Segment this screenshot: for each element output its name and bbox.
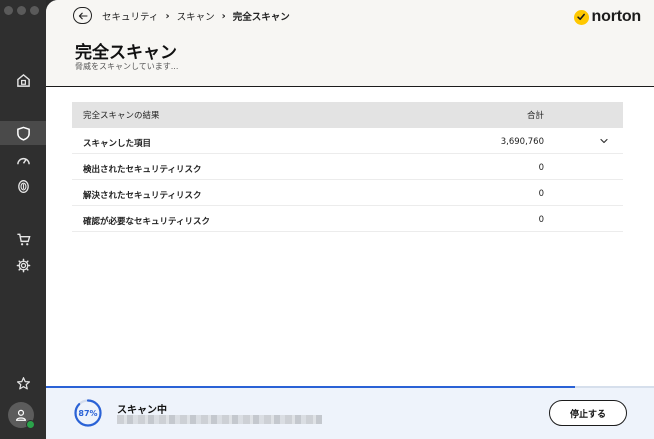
window-controls — [4, 6, 39, 15]
table-row[interactable]: スキャンした項目 3,690,760 — [72, 128, 623, 154]
row-label: 検出されたセキュリティリスク — [83, 165, 202, 175]
back-button[interactable] — [73, 7, 92, 24]
arrow-left-icon — [78, 12, 88, 19]
sidebar-item-device-security[interactable] — [0, 68, 46, 92]
scan-results-table: 完全スキャンの結果 合計 スキャンした項目 3,690,760 検出されたセキュ… — [72, 102, 623, 232]
home-security-icon — [16, 73, 30, 87]
progress-percent: 87% — [78, 408, 98, 418]
table-header: 完全スキャンの結果 合計 — [72, 102, 623, 128]
page-subtitle: 脅威をスキャンしています... — [75, 62, 179, 71]
sidebar-item-performance[interactable] — [0, 148, 46, 172]
speedometer-icon — [16, 157, 30, 164]
column-header-total: 合計 — [527, 111, 545, 121]
scan-status-bar: 87% スキャン中 停止する — [46, 386, 654, 439]
table-row: 解決されたセキュリティリスク 0 — [72, 180, 623, 206]
gear-icon — [16, 258, 30, 272]
row-value: 0 — [538, 215, 544, 225]
chevron-down-icon[interactable] — [599, 136, 609, 146]
breadcrumb-security[interactable]: セキュリティ — [102, 9, 158, 23]
shield-icon — [16, 126, 30, 141]
norton-logo: norton — [573, 8, 642, 26]
progress-track — [46, 386, 654, 388]
chevron-right-icon: › — [221, 10, 226, 22]
checkmark-logo-icon — [573, 9, 589, 25]
online-status-dot — [26, 420, 35, 429]
fingerprint-icon — [17, 179, 29, 193]
table-row: 検出されたセキュリティリスク 0 — [72, 154, 623, 180]
sidebar-item-store[interactable] — [0, 227, 46, 251]
row-label: 確認が必要なセキュリティリスク — [83, 217, 210, 227]
cart-icon — [16, 233, 31, 245]
row-label: スキャンした項目 — [83, 139, 152, 149]
progress-fill — [46, 386, 575, 388]
page-title: 完全スキャン — [75, 43, 177, 63]
sidebar-item-identity[interactable] — [0, 174, 46, 198]
account-avatar[interactable] — [8, 402, 35, 429]
row-value: 3,690,760 — [500, 137, 544, 147]
sidebar-item-favorites[interactable] — [0, 371, 46, 395]
account-icon — [16, 409, 26, 421]
scan-status-text: スキャン中 — [117, 405, 167, 416]
main-panel: セキュリティ › スキャン › 完全スキャン norton 完全スキャン 脅威を… — [46, 0, 654, 439]
sidebar — [0, 0, 46, 439]
scanned-file-path-redacted — [117, 415, 322, 424]
row-label: 解決されたセキュリティリスク — [83, 191, 202, 201]
close-window-button[interactable] — [4, 6, 13, 15]
breadcrumb-scan[interactable]: スキャン — [177, 9, 215, 23]
row-value: 0 — [538, 189, 544, 199]
star-icon — [16, 376, 30, 389]
row-value: 0 — [538, 163, 544, 173]
minimize-window-button[interactable] — [17, 6, 26, 15]
zoom-window-button[interactable] — [30, 6, 39, 15]
sidebar-item-settings[interactable] — [0, 253, 46, 277]
table-row: 確認が必要なセキュリティリスク 0 — [72, 206, 623, 232]
column-header-results: 完全スキャンの結果 — [83, 111, 160, 121]
breadcrumb: セキュリティ › スキャン › 完全スキャン — [102, 9, 290, 24]
stop-scan-button[interactable]: 停止する — [549, 400, 627, 426]
logo-wordmark: norton — [591, 8, 642, 25]
page-header: セキュリティ › スキャン › 完全スキャン norton 完全スキャン 脅威を… — [46, 0, 654, 87]
sidebar-item-security[interactable] — [0, 121, 46, 145]
breadcrumb-full-scan: 完全スキャン — [232, 12, 290, 23]
chevron-right-icon: › — [165, 10, 170, 22]
